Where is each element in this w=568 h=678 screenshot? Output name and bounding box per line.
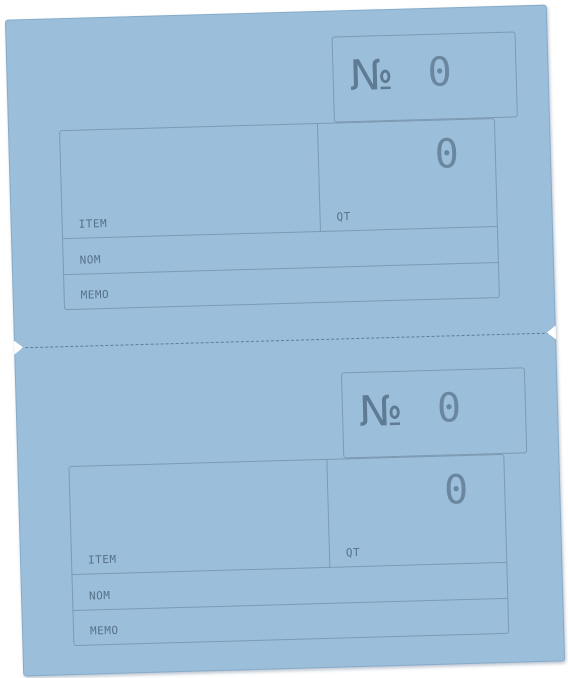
nom-label: NOM <box>79 253 102 267</box>
ticket-number-box: № 0 <box>340 367 528 459</box>
ticket-bottom: № 0 ITEM 0 QT NOM MEMO <box>15 341 564 676</box>
page: № 0 ITEM 0 QT NOM MEMO № 0 ITEM 0 QT NOM… <box>0 0 568 678</box>
item-label: ITEM <box>78 216 108 231</box>
ticket-top: № 0 ITEM 0 QT NOM MEMO <box>6 6 555 341</box>
item-label: ITEM <box>87 552 117 567</box>
ticket-number-value: 0 <box>426 49 453 96</box>
qt-value: 0 <box>434 131 460 178</box>
item-field: ITEM <box>69 459 331 576</box>
memo-label: MEMO <box>80 287 110 302</box>
nom-label: NOM <box>88 588 111 603</box>
perforation-notch-right <box>546 325 557 340</box>
qt-label: QT <box>336 210 351 224</box>
ticket-number-value: 0 <box>436 385 462 432</box>
ticket-form: ITEM 0 QT NOM MEMO <box>59 118 500 311</box>
ticket-form: ITEM 0 QT NOM MEMO <box>68 453 510 647</box>
qt-field: 0 QT <box>327 454 507 568</box>
qt-label: QT <box>345 545 361 560</box>
number-sign: № <box>348 49 394 101</box>
perforation-notch-left <box>13 340 24 355</box>
number-sign: № <box>358 385 404 436</box>
qt-field: 0 QT <box>317 119 497 232</box>
memo-label: MEMO <box>89 623 119 638</box>
ticket-number-box: № 0 <box>331 31 518 123</box>
ticket-sheet: № 0 ITEM 0 QT NOM MEMO № 0 ITEM 0 QT NOM… <box>4 4 566 677</box>
item-field: ITEM <box>60 123 321 240</box>
qt-value: 0 <box>443 466 469 514</box>
